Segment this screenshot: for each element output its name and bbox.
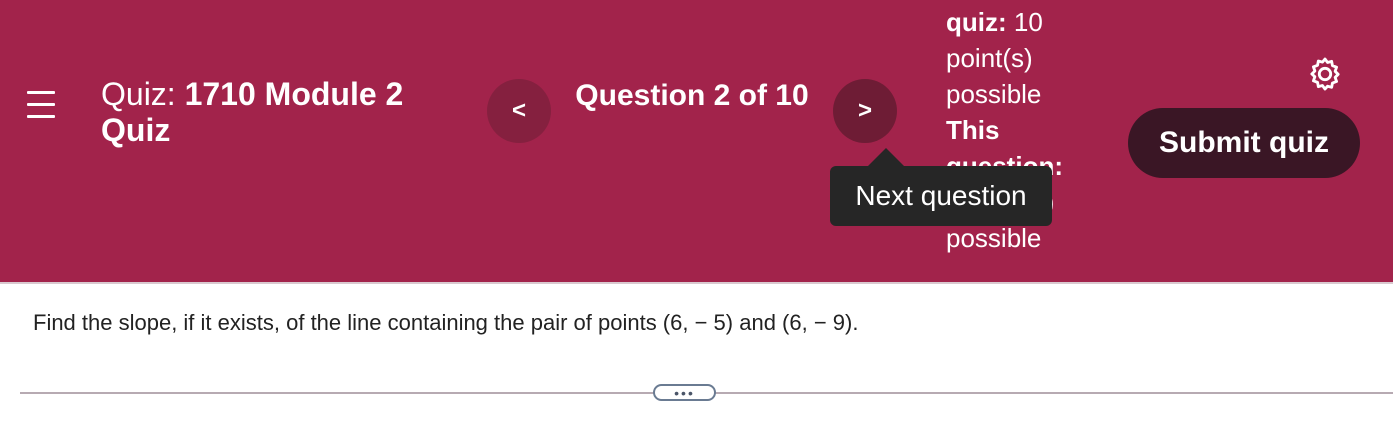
quiz-header: Quiz: 1710 Module 2 Quiz < Question 2 of… [0,0,1393,282]
previous-question-button[interactable]: < [487,79,551,143]
quiz-title-prefix: Quiz: [101,76,176,112]
header-divider [0,282,1393,284]
quiz-title: Quiz: 1710 Module 2 Quiz [101,76,481,148]
question-text: Find the slope, if it exists, of the lin… [33,310,859,335]
points-label: quiz: [946,7,1007,37]
submit-quiz-button[interactable]: Submit quiz [1128,108,1360,178]
gear-icon[interactable] [1306,55,1344,93]
question-counter: Question 2 of 10 [575,79,809,112]
next-question-tooltip: Next question [830,166,1052,226]
points-possible: possible [946,79,1042,109]
points-unit: point(s) [946,43,1033,73]
chevron-right-icon: > [857,97,872,124]
tooltip-arrow [868,148,904,166]
next-question-button[interactable]: > [833,79,897,143]
menu-icon[interactable] [27,89,55,121]
points-value: 10 [1013,7,1043,37]
more-options-button[interactable]: ••• [653,384,716,401]
chevron-left-icon: < [511,97,526,124]
